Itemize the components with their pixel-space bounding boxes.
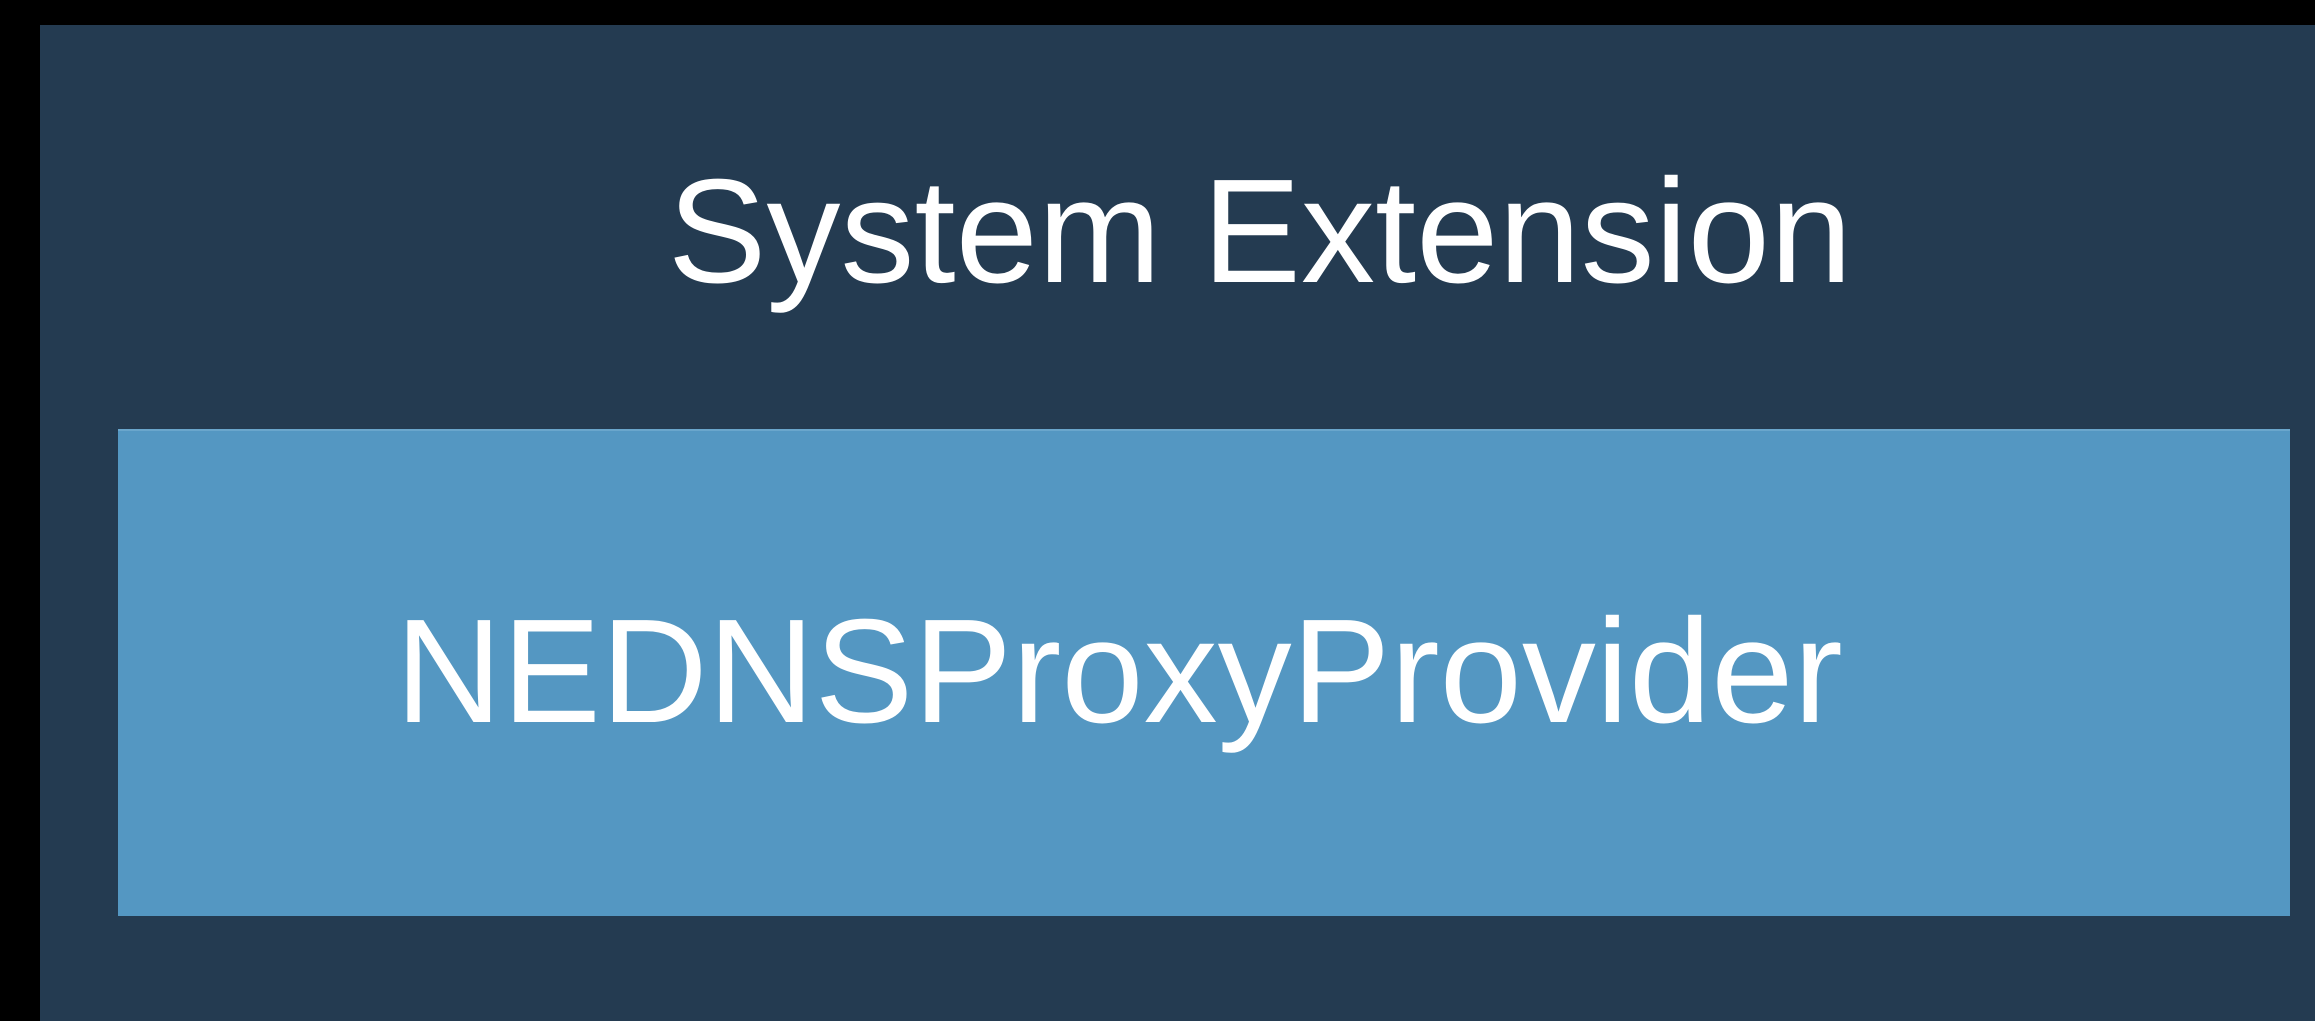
- system-extension-container: System Extension NEDNSProxyProvider: [40, 25, 2315, 1021]
- dns-proxy-provider-label: NEDNSProxyProvider: [395, 589, 1843, 754]
- dns-proxy-provider-box: NEDNSProxyProvider: [118, 429, 2290, 916]
- system-extension-title: System Extension: [667, 149, 1853, 314]
